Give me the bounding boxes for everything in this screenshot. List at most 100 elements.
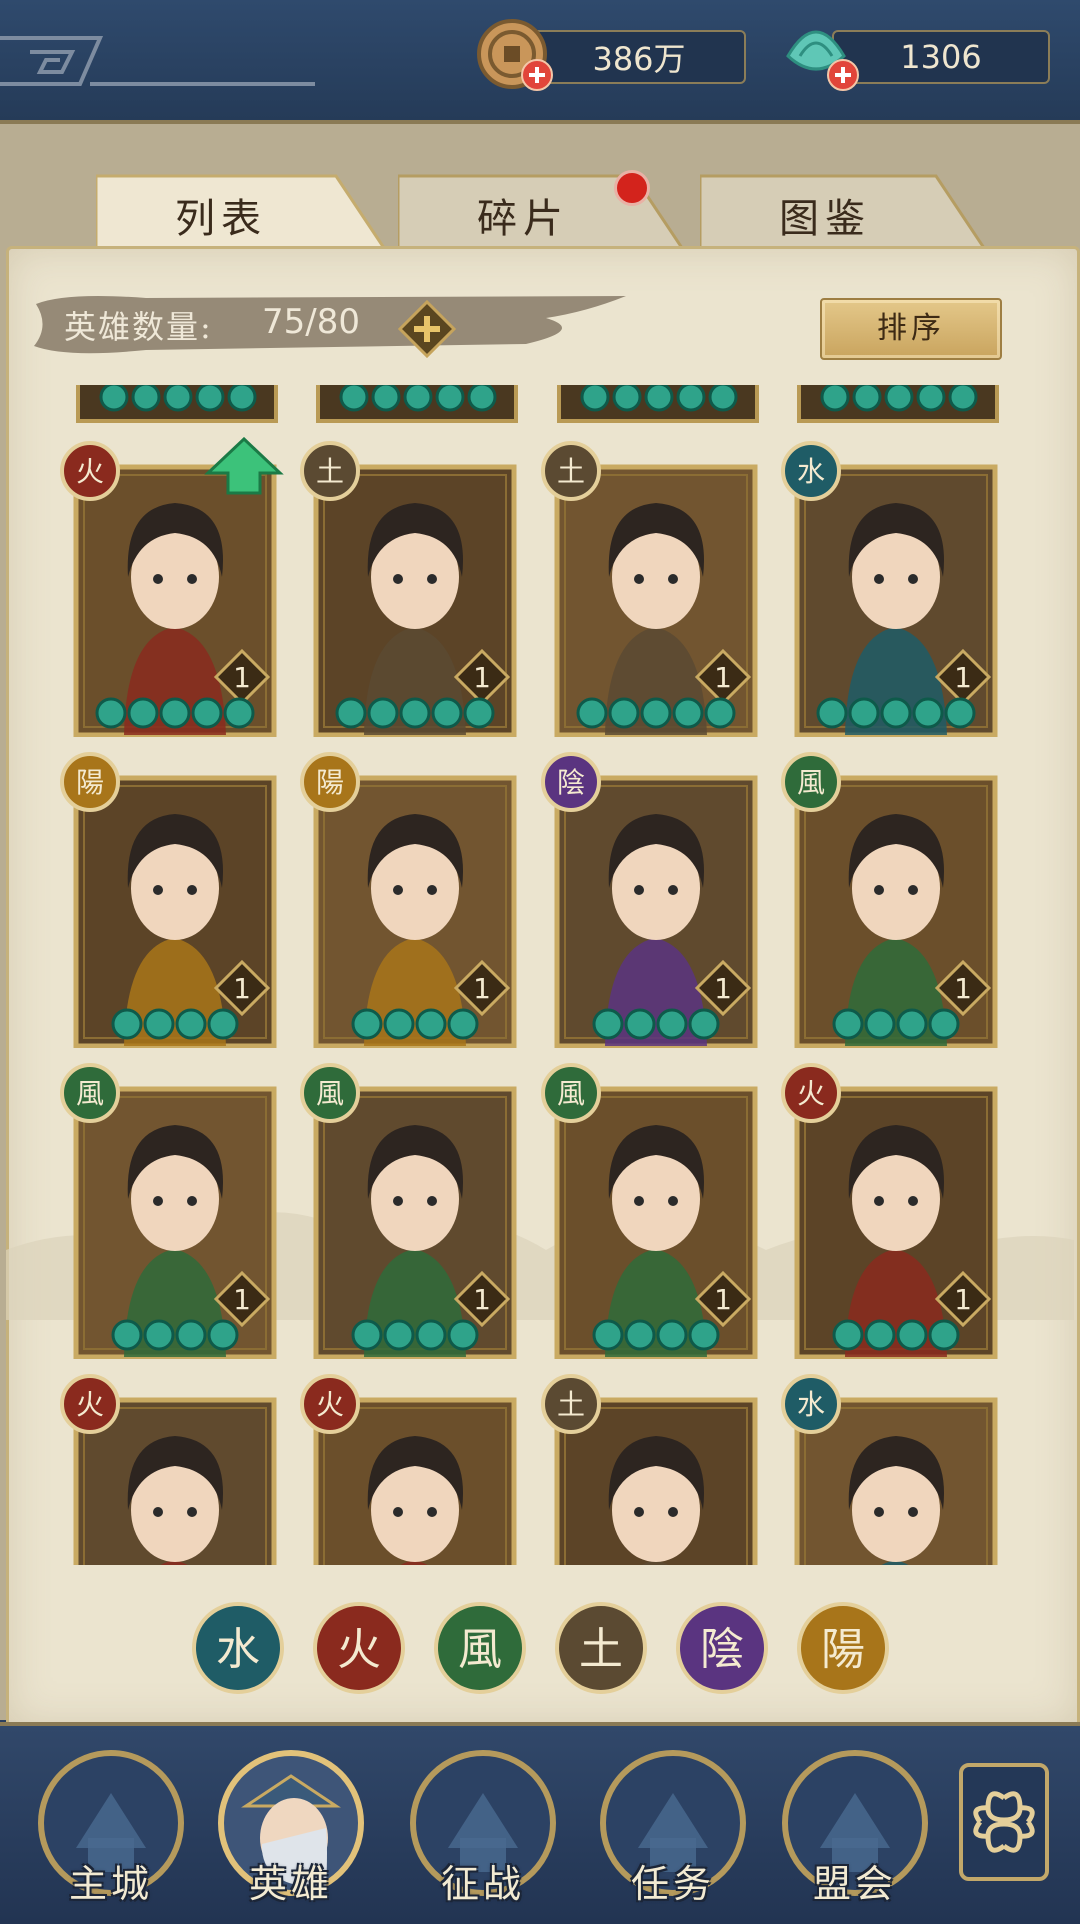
hero-card[interactable]: 火: [294, 1370, 524, 1565]
nav-main-city[interactable]: 主城: [36, 1748, 186, 1908]
svg-text:1: 1: [473, 661, 491, 694]
svg-text:風: 風: [316, 1077, 344, 1110]
hero-star-rating: [816, 697, 976, 729]
hero-card[interactable]: 風1: [294, 1059, 524, 1359]
element-earth-icon: 土: [300, 441, 360, 501]
hero-count-label: 英雄数量:: [64, 308, 213, 346]
element-water-icon: 水: [781, 441, 841, 501]
hero-card-partial[interactable]: [797, 385, 1001, 423]
tab-fragments-label: 碎片: [477, 196, 569, 242]
element-fire-icon: 火: [60, 441, 120, 501]
svg-text:1: 1: [473, 972, 491, 1005]
tab-fragments[interactable]: 碎片: [398, 172, 648, 248]
filter-water-button[interactable]: 水: [190, 1600, 286, 1696]
hero-card[interactable]: 火1: [60, 437, 284, 737]
element-earth-icon: 土: [541, 1374, 601, 1434]
nav-quest[interactable]: 任务: [598, 1748, 748, 1908]
add-coins-button[interactable]: [520, 58, 554, 92]
element-wind-icon: 風: [541, 1063, 601, 1123]
coin-counter: 386万: [532, 30, 746, 84]
svg-text:1: 1: [473, 1283, 491, 1316]
svg-text:土: 土: [557, 455, 585, 488]
svg-text:陽: 陽: [76, 766, 104, 799]
hero-card[interactable]: 水: [775, 1370, 1005, 1565]
filter-fire-button[interactable]: 火: [311, 1600, 407, 1696]
hero-card[interactable]: 風1: [775, 748, 1005, 1048]
sort-button[interactable]: 排序: [820, 298, 1002, 360]
svg-text:風: 風: [557, 1077, 585, 1110]
svg-text:1: 1: [714, 1283, 732, 1316]
add-jade-button[interactable]: [826, 58, 860, 92]
element-wind-icon: 風: [781, 752, 841, 812]
filter-yin-button[interactable]: 陰: [674, 1600, 770, 1696]
more-menu-button[interactable]: [958, 1762, 1050, 1882]
svg-text:火: 火: [76, 1388, 104, 1421]
yang-icon: 陽: [797, 1602, 889, 1694]
hero-card[interactable]: 水1: [775, 437, 1005, 737]
decorative-pattern-icon: [0, 36, 315, 86]
hero-grid: 火1 土1 土1 水1 陽1 陽1 陰 1 風 1 風 1 風 1 風 1 火 …: [60, 385, 1020, 1565]
svg-text:陰: 陰: [700, 1624, 744, 1675]
hero-star-rating: [95, 697, 255, 729]
element-fire-icon: 火: [300, 1374, 360, 1434]
nav-label: 主城: [68, 1862, 153, 1906]
svg-text:水: 水: [797, 1388, 825, 1421]
top-resource-bar: 386万 1306: [0, 0, 1080, 124]
hero-card[interactable]: 火1: [775, 1059, 1005, 1359]
nav-campaign[interactable]: 征战: [408, 1748, 558, 1908]
hero-card[interactable]: 土1: [294, 437, 524, 737]
svg-text:1: 1: [714, 972, 732, 1005]
hero-card[interactable]: 陰1: [535, 748, 765, 1048]
tab-codex-label: 图鉴: [779, 196, 871, 242]
fire-icon: 火: [313, 1602, 405, 1694]
hero-star-rating: [335, 697, 495, 729]
element-wind-icon: 風: [60, 1063, 120, 1123]
element-water-icon: 水: [781, 1374, 841, 1434]
filter-wind-button[interactable]: 風: [432, 1600, 528, 1696]
hero-card-partial[interactable]: [557, 385, 761, 423]
svg-text:陰: 陰: [557, 766, 585, 799]
jade-counter: 1306: [832, 30, 1050, 84]
tab-list[interactable]: 列表: [96, 172, 346, 248]
svg-text:風: 風: [76, 1077, 104, 1110]
hero-card-partial[interactable]: [316, 385, 520, 423]
hero-card-partial[interactable]: [76, 385, 280, 423]
svg-text:風: 風: [458, 1624, 502, 1675]
nav-guild[interactable]: 盟会: [780, 1748, 930, 1908]
svg-text:陽: 陽: [821, 1624, 865, 1675]
element-wind-icon: 風: [300, 1063, 360, 1123]
element-fire-icon: 火: [60, 1374, 120, 1434]
expand-capacity-button[interactable]: [398, 300, 456, 358]
hero-card[interactable]: 土: [535, 1370, 765, 1565]
svg-text:火: 火: [76, 455, 104, 488]
coin-amount: 386万: [592, 40, 686, 78]
nav-hero[interactable]: 英雄: [216, 1748, 366, 1908]
svg-text:1: 1: [954, 972, 972, 1005]
svg-text:火: 火: [316, 1388, 344, 1421]
svg-text:1: 1: [954, 661, 972, 694]
hero-card[interactable]: 土1: [535, 437, 765, 737]
svg-text:火: 火: [797, 1077, 825, 1110]
hero-card[interactable]: 陽1: [60, 748, 284, 1048]
filter-earth-button[interactable]: 土: [553, 1600, 649, 1696]
nav-label: 英雄: [248, 1862, 333, 1906]
svg-text:1: 1: [233, 1283, 251, 1316]
hero-card[interactable]: 火: [60, 1370, 284, 1565]
svg-text:土: 土: [557, 1388, 585, 1421]
earth-icon: 土: [555, 1602, 647, 1694]
nav-label: 征战: [440, 1862, 525, 1906]
filter-yang-button[interactable]: 陽: [795, 1600, 891, 1696]
element-yang-icon: 陽: [60, 752, 120, 812]
tab-codex[interactable]: 图鉴: [700, 172, 950, 248]
nav-label: 盟会: [812, 1862, 897, 1906]
svg-text:風: 風: [797, 766, 825, 799]
hero-card[interactable]: 風1: [535, 1059, 765, 1359]
element-yang-icon: 陽: [300, 752, 360, 812]
notification-dot: [614, 170, 650, 206]
hero-card[interactable]: 風1: [60, 1059, 284, 1359]
svg-text:水: 水: [797, 455, 825, 488]
svg-text:水: 水: [216, 1624, 260, 1675]
hero-count-value: 75/80: [262, 302, 360, 342]
element-fire-icon: 火: [781, 1063, 841, 1123]
hero-card[interactable]: 陽1: [294, 748, 524, 1048]
